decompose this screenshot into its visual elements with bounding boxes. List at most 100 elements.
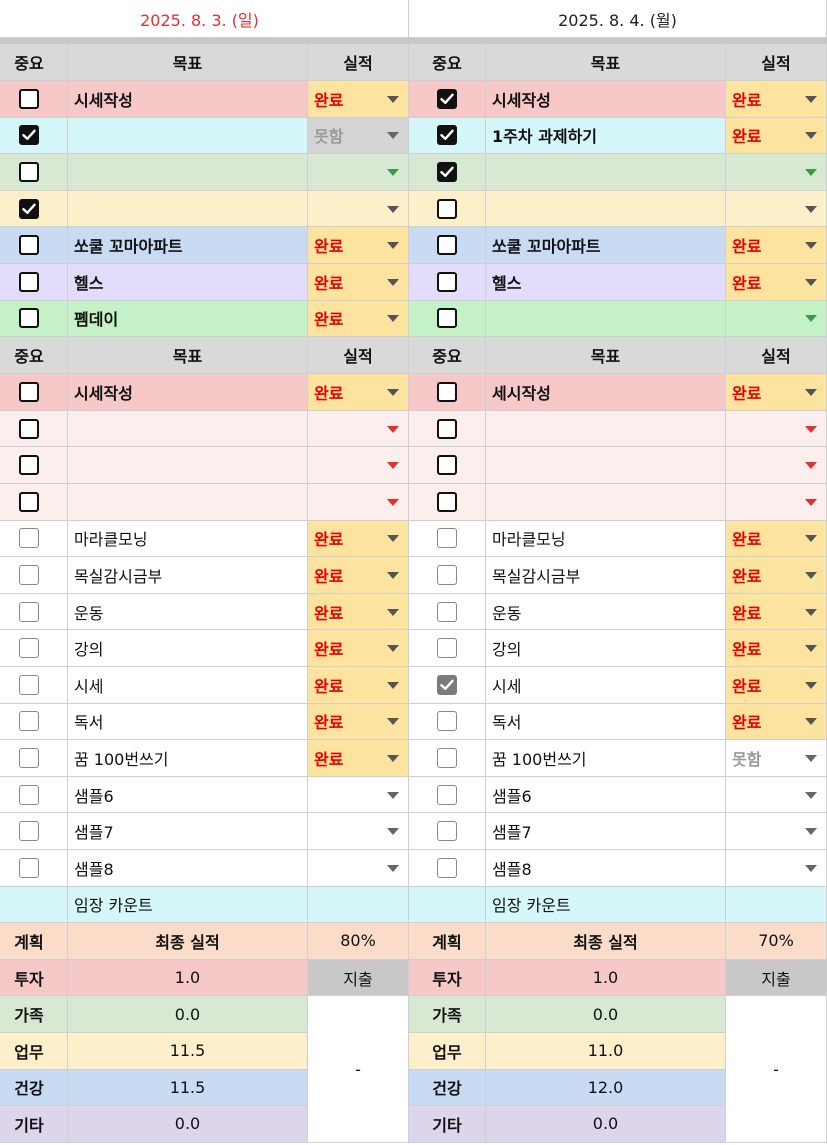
result-dropdown[interactable]: 완료 [726, 557, 827, 594]
dropdown-arrow-icon[interactable] [387, 571, 399, 579]
checkbox-unchecked[interactable] [437, 747, 457, 768]
result-dropdown[interactable]: 완료 [726, 630, 827, 667]
checkbox-unchecked[interactable] [437, 418, 457, 439]
goal-cell[interactable]: 헬스 [68, 264, 308, 301]
importance-cell[interactable] [0, 374, 68, 411]
result-dropdown[interactable]: 완료 [308, 81, 409, 118]
routine-checkbox-cell[interactable] [409, 593, 486, 631]
dropdown-arrow-icon[interactable] [805, 718, 817, 726]
goal-cell[interactable] [486, 190, 726, 228]
routine-checkbox-cell[interactable] [0, 813, 68, 850]
routine-checkbox-cell[interactable] [409, 740, 486, 777]
checkbox-unchecked[interactable] [19, 88, 39, 109]
checkbox-unchecked[interactable] [19, 638, 39, 659]
checkbox-checked[interactable] [437, 161, 457, 182]
result-dropdown[interactable]: 완료 [726, 520, 827, 558]
checkbox-unchecked[interactable] [437, 235, 457, 256]
checkbox-checked[interactable] [437, 674, 457, 695]
dropdown-arrow-icon[interactable] [387, 205, 399, 213]
checkbox-unchecked[interactable] [437, 455, 457, 476]
dropdown-arrow-icon[interactable] [805, 95, 817, 103]
checkbox-unchecked[interactable] [19, 418, 39, 439]
result-dropdown[interactable] [726, 300, 827, 338]
routine-checkbox-cell[interactable] [0, 593, 68, 631]
importance-cell[interactable] [0, 300, 68, 338]
result-dropdown[interactable] [726, 154, 827, 191]
routine-goal-cell[interactable]: 운동 [486, 593, 726, 631]
checkbox-unchecked[interactable] [19, 455, 39, 476]
routine-goal-cell[interactable]: 샘플7 [486, 813, 726, 850]
checkbox-unchecked[interactable] [19, 564, 39, 585]
result-dropdown[interactable] [726, 484, 827, 521]
checkbox-unchecked[interactable] [19, 711, 39, 732]
result-dropdown[interactable]: 완료 [308, 703, 409, 741]
dropdown-arrow-icon[interactable] [387, 425, 399, 433]
checkbox-unchecked[interactable] [437, 528, 457, 549]
checkbox-checked[interactable] [437, 125, 457, 146]
checkbox-unchecked[interactable] [437, 308, 457, 329]
routine-checkbox-cell[interactable] [0, 520, 68, 558]
goal-cell[interactable]: 폠데이 [68, 300, 308, 338]
routine-checkbox-cell[interactable] [409, 813, 486, 850]
result-dropdown[interactable]: 완료 [726, 227, 827, 264]
dropdown-arrow-icon[interactable] [805, 315, 817, 323]
goal-cell[interactable] [486, 484, 726, 521]
goal-cell[interactable]: 세시작성 [486, 374, 726, 411]
checkbox-unchecked[interactable] [437, 821, 457, 842]
result-dropdown[interactable] [308, 190, 409, 228]
routine-checkbox-cell[interactable] [409, 667, 486, 704]
checkbox-unchecked[interactable] [437, 638, 457, 659]
result-dropdown[interactable] [726, 410, 827, 448]
importance-cell[interactable] [409, 227, 486, 264]
dropdown-arrow-icon[interactable] [387, 315, 399, 323]
routine-checkbox-cell[interactable] [409, 850, 486, 887]
goal-cell[interactable]: 쏘쿨 꼬마아파트 [68, 227, 308, 264]
routine-checkbox-cell[interactable] [409, 630, 486, 667]
goal-cell[interactable] [68, 154, 308, 191]
result-dropdown[interactable]: 완료 [726, 703, 827, 741]
routine-goal-cell[interactable]: 샘플8 [486, 850, 726, 887]
goal-cell[interactable]: 시세작성 [68, 374, 308, 411]
checkbox-unchecked[interactable] [19, 784, 39, 805]
dropdown-arrow-icon[interactable] [805, 462, 817, 470]
result-dropdown[interactable]: 완료 [308, 520, 409, 558]
goal-cell[interactable] [68, 190, 308, 228]
importance-cell[interactable] [409, 264, 486, 301]
dropdown-arrow-icon[interactable] [387, 864, 399, 872]
dropdown-arrow-icon[interactable] [387, 754, 399, 762]
dropdown-arrow-icon[interactable] [387, 95, 399, 103]
checkbox-checked[interactable] [19, 198, 39, 219]
importance-cell[interactable] [409, 374, 486, 411]
result-dropdown[interactable] [726, 447, 827, 484]
result-dropdown[interactable] [308, 776, 409, 814]
checkbox-unchecked[interactable] [19, 308, 39, 329]
result-dropdown[interactable]: 완료 [308, 264, 409, 301]
result-dropdown[interactable]: 완료 [726, 264, 827, 301]
result-dropdown[interactable] [726, 190, 827, 228]
result-dropdown[interactable] [308, 154, 409, 191]
checkbox-unchecked[interactable] [437, 381, 457, 402]
checkbox-checked[interactable] [19, 125, 39, 146]
routine-goal-cell[interactable]: 독서 [486, 703, 726, 741]
checkbox-unchecked[interactable] [19, 271, 39, 292]
routine-goal-cell[interactable]: 샘플6 [486, 776, 726, 814]
routine-checkbox-cell[interactable] [409, 776, 486, 814]
importance-cell[interactable] [0, 484, 68, 521]
result-dropdown[interactable]: 완료 [308, 374, 409, 411]
importance-cell[interactable] [0, 264, 68, 301]
result-dropdown[interactable]: 완료 [726, 81, 827, 118]
dropdown-arrow-icon[interactable] [805, 242, 817, 250]
result-dropdown[interactable]: 완료 [726, 117, 827, 155]
goal-cell[interactable]: 1주차 과제하기 [486, 117, 726, 155]
result-dropdown[interactable]: 못함 [726, 740, 827, 777]
routine-goal-cell[interactable]: 꿈 100번쓰기 [68, 740, 308, 777]
dropdown-arrow-icon[interactable] [805, 205, 817, 213]
dropdown-arrow-icon[interactable] [387, 718, 399, 726]
importance-cell[interactable] [0, 81, 68, 118]
result-dropdown[interactable] [726, 776, 827, 814]
importance-cell[interactable] [409, 190, 486, 228]
dropdown-arrow-icon[interactable] [387, 278, 399, 286]
routine-checkbox-cell[interactable] [409, 703, 486, 741]
dropdown-arrow-icon[interactable] [805, 571, 817, 579]
dropdown-arrow-icon[interactable] [387, 388, 399, 396]
